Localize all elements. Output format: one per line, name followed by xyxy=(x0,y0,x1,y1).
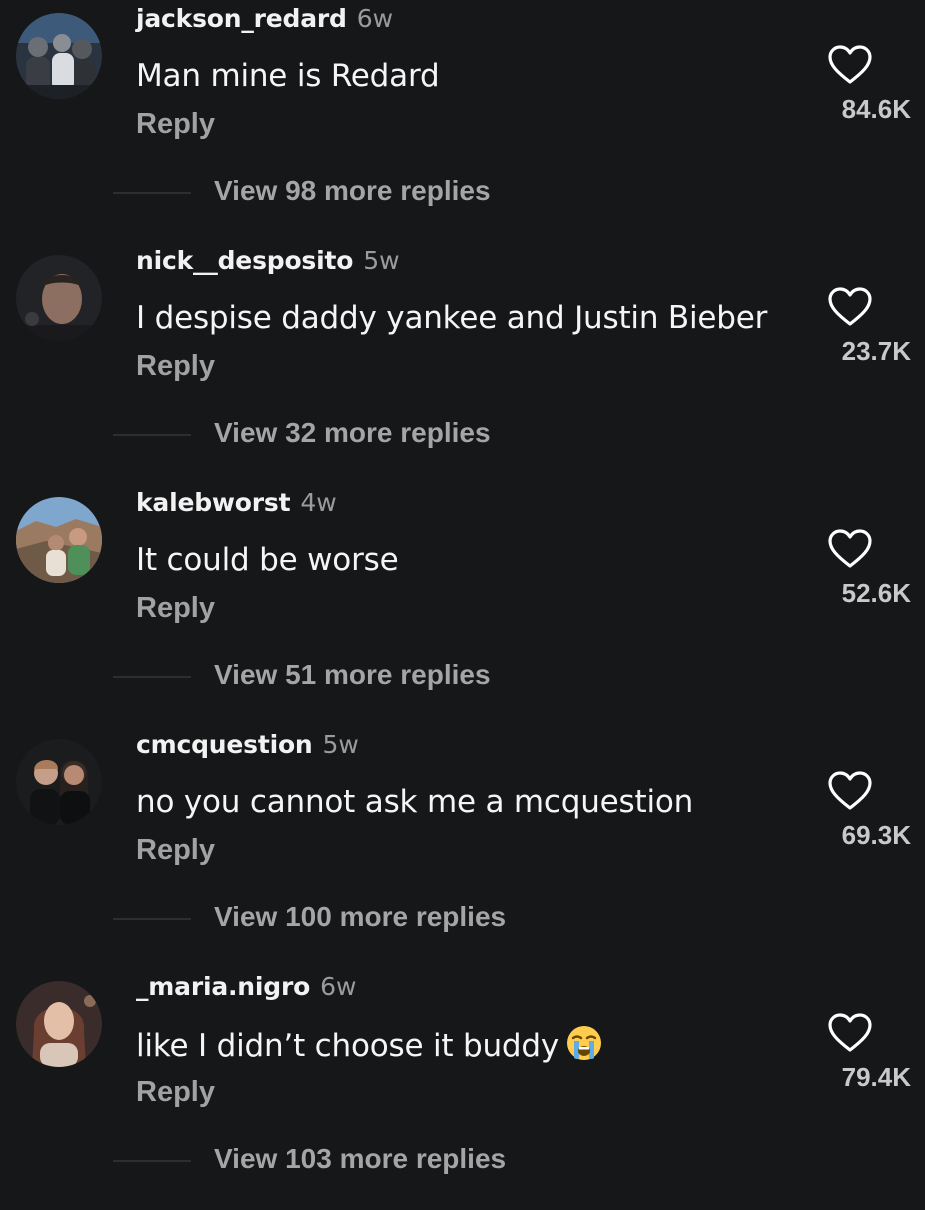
comment-age: 5w xyxy=(363,246,400,275)
view-replies-button[interactable]: View 98 more replies xyxy=(214,175,491,207)
avatar[interactable] xyxy=(16,739,102,825)
avatar-outdoor-couple-icon xyxy=(16,497,102,583)
comment-header: kalebworst 4w xyxy=(136,488,337,528)
like-count: 69.3K xyxy=(841,820,911,850)
like-area: 79.4K xyxy=(801,1012,911,1102)
comment-text: no you cannot ask me a mcquestion xyxy=(136,784,694,820)
comment-age: 6w xyxy=(320,972,357,1001)
view-replies-button[interactable]: View 51 more replies xyxy=(214,659,491,691)
heart-icon[interactable] xyxy=(827,44,873,86)
username[interactable]: jackson_redard xyxy=(136,4,347,33)
comment-item: jackson_redard 6w Man mine is Redard Rep… xyxy=(0,0,925,242)
view-replies-button[interactable]: View 100 more replies xyxy=(214,901,506,933)
comment-header: cmcquestion 5w xyxy=(136,730,359,770)
heart-icon[interactable] xyxy=(827,1012,873,1054)
reply-button[interactable]: Reply xyxy=(136,108,215,141)
avatar[interactable] xyxy=(16,497,102,583)
reply-button[interactable]: Reply xyxy=(136,592,215,625)
replies-divider xyxy=(113,918,191,920)
like-count: 84.6K xyxy=(841,94,911,124)
comment-item: nick__desposito 5w I despise daddy yanke… xyxy=(0,242,925,484)
replies-divider xyxy=(113,1160,191,1162)
avatar[interactable] xyxy=(16,255,102,341)
like-area: 84.6K xyxy=(801,44,911,134)
replies-divider xyxy=(113,676,191,678)
comment-text: I despise daddy yankee and Justin Bieber xyxy=(136,300,768,336)
heart-icon[interactable] xyxy=(827,528,873,570)
comment-age: 6w xyxy=(356,4,394,33)
replies-divider xyxy=(113,192,191,194)
avatar[interactable] xyxy=(16,981,102,1067)
comment-item: cmcquestion 5w no you cannot ask me a mc… xyxy=(0,726,925,968)
comment-text: It could be worse xyxy=(136,542,399,578)
username[interactable]: cmcquestion xyxy=(136,730,313,759)
comment-age: 4w xyxy=(300,488,337,517)
avatar-couple-dark-icon xyxy=(16,739,102,825)
like-count: 79.4K xyxy=(841,1062,911,1092)
username[interactable]: nick__desposito xyxy=(136,246,353,275)
view-replies-button[interactable]: View 103 more replies xyxy=(214,1143,506,1175)
comment-text: Man mine is Redard xyxy=(136,58,440,94)
comment-header: _maria.nigro 6w xyxy=(136,972,356,1012)
avatar-selfie-icon xyxy=(16,255,102,341)
username[interactable]: kalebworst xyxy=(136,488,291,517)
comment-text-content: like I didn’t choose it buddy xyxy=(136,1028,560,1064)
reply-button[interactable]: Reply xyxy=(136,350,215,383)
view-replies-button[interactable]: View 32 more replies xyxy=(214,417,491,449)
like-area: 23.7K xyxy=(801,286,911,376)
like-count: 23.7K xyxy=(841,336,911,366)
heart-icon[interactable] xyxy=(827,770,873,812)
avatar-group-photo-icon xyxy=(16,13,102,99)
avatar-portrait-icon xyxy=(16,981,102,1067)
comment-header: nick__desposito 5w xyxy=(136,246,400,286)
reply-button[interactable]: Reply xyxy=(136,834,215,867)
heart-icon[interactable] xyxy=(827,286,873,328)
comment-age: 5w xyxy=(322,730,359,759)
username[interactable]: _maria.nigro xyxy=(136,972,310,1001)
replies-divider xyxy=(113,434,191,436)
comments-list: jackson_redard 6w Man mine is Redard Rep… xyxy=(0,0,925,1200)
loudly-crying-face-icon xyxy=(565,1024,603,1062)
avatar[interactable] xyxy=(16,13,102,99)
like-count: 52.6K xyxy=(841,578,911,608)
like-area: 52.6K xyxy=(801,528,911,618)
comment-item: _maria.nigro 6w like I didn’t choose it … xyxy=(0,968,925,1210)
like-area: 69.3K xyxy=(801,770,911,860)
comment-header: jackson_redard 6w xyxy=(136,4,393,44)
comment-item: kalebworst 4w It could be worse Reply 52… xyxy=(0,484,925,726)
reply-button[interactable]: Reply xyxy=(136,1076,215,1109)
comment-text: like I didn’t choose it buddy xyxy=(136,1024,826,1066)
